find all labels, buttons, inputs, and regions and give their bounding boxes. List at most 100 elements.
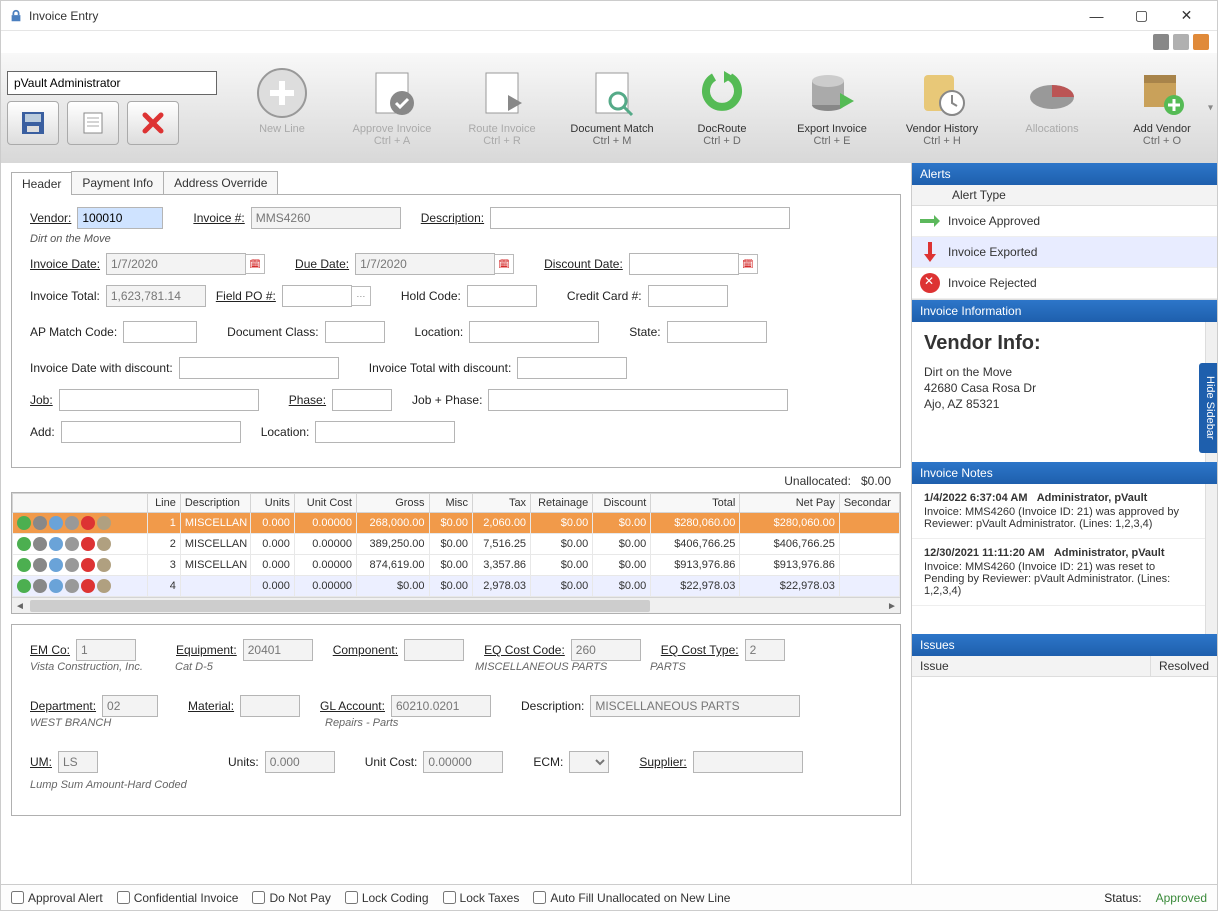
- checkbox[interactable]: [443, 891, 456, 904]
- invoice-no-input[interactable]: [251, 207, 401, 229]
- check-do-not-pay[interactable]: Do Not Pay: [252, 891, 330, 905]
- mail-icon[interactable]: [1193, 34, 1209, 50]
- emco-input[interactable]: [76, 639, 136, 661]
- maximize-button[interactable]: ▢: [1119, 2, 1164, 30]
- row-globe-icon[interactable]: [49, 558, 63, 572]
- gear-icon[interactable]: [1173, 34, 1189, 50]
- doc-class-input[interactable]: [325, 321, 385, 343]
- desc-input[interactable]: [590, 695, 800, 717]
- save-button[interactable]: [7, 101, 59, 145]
- row-add-icon[interactable]: [17, 579, 31, 593]
- row-add-icon[interactable]: [17, 516, 31, 530]
- grid-col-line[interactable]: Line: [147, 494, 180, 513]
- vendor-input[interactable]: [77, 207, 163, 229]
- grid-row[interactable]: 2MISCELLAN0.0000.00000389,250.00$0.007,5…: [13, 534, 900, 555]
- check-approval-alert[interactable]: Approval Alert: [11, 891, 103, 905]
- row-cash-icon[interactable]: [65, 558, 79, 572]
- grid-col-retainage[interactable]: Retainage: [531, 494, 593, 513]
- row-doc-icon[interactable]: [97, 579, 111, 593]
- row-add-icon[interactable]: [17, 537, 31, 551]
- location-input[interactable]: [469, 321, 599, 343]
- close-button[interactable]: ✕: [1164, 2, 1209, 30]
- eqcosttype-input[interactable]: [745, 639, 785, 661]
- row-cash-icon[interactable]: [65, 516, 79, 530]
- toolbar-document-match[interactable]: Document MatchCtrl + M: [557, 65, 667, 151]
- unitcost-input[interactable]: [423, 751, 503, 773]
- material-input[interactable]: [240, 695, 300, 717]
- row-globe-icon[interactable]: [49, 516, 63, 530]
- toolbar-add-vendor[interactable]: Add VendorCtrl + O: [1107, 65, 1217, 151]
- ecm-select[interactable]: [569, 751, 609, 773]
- grid-horizontal-scrollbar[interactable]: ◄►: [12, 597, 900, 613]
- inv-total-disc-input[interactable]: [517, 357, 627, 379]
- check-auto-fill-unallocated-on-new-line[interactable]: Auto Fill Unallocated on New Line: [533, 891, 730, 905]
- grid-col-actions[interactable]: [13, 494, 148, 513]
- tab-address-override[interactable]: Address Override: [163, 171, 278, 194]
- delete-button[interactable]: [127, 101, 179, 145]
- lines-grid[interactable]: LineDescriptionUnitsUnit CostGrossMiscTa…: [11, 492, 901, 614]
- location2-input[interactable]: [315, 421, 455, 443]
- toolbar-vendor-history[interactable]: Vendor HistoryCtrl + H: [887, 65, 997, 151]
- calendar-icon[interactable]: 🗓: [494, 254, 514, 274]
- row-delete-icon[interactable]: [81, 579, 95, 593]
- row-edit-icon[interactable]: [33, 537, 47, 551]
- row-doc-icon[interactable]: [97, 537, 111, 551]
- component-input[interactable]: [404, 639, 464, 661]
- invoice-icon-button[interactable]: [67, 101, 119, 145]
- tab-header[interactable]: Header: [11, 172, 72, 195]
- checkbox[interactable]: [533, 891, 546, 904]
- invoice-date-input[interactable]: [106, 253, 246, 275]
- field-po-input[interactable]: [282, 285, 352, 307]
- toolbar-export-invoice[interactable]: Export InvoiceCtrl + E: [777, 65, 887, 151]
- row-doc-icon[interactable]: [97, 558, 111, 572]
- checkbox[interactable]: [11, 891, 24, 904]
- job-input[interactable]: [59, 389, 259, 411]
- um-input[interactable]: [58, 751, 98, 773]
- row-edit-icon[interactable]: [33, 516, 47, 530]
- calendar-icon[interactable]: 🗓: [738, 254, 758, 274]
- grid-col-tax[interactable]: Tax: [473, 494, 531, 513]
- grid-row[interactable]: 1MISCELLAN0.0000.00000268,000.00$0.002,0…: [13, 513, 900, 534]
- row-edit-icon[interactable]: [33, 579, 47, 593]
- add-input[interactable]: [61, 421, 241, 443]
- row-delete-icon[interactable]: [81, 537, 95, 551]
- check-lock-coding[interactable]: Lock Coding: [345, 891, 429, 905]
- calendar-icon[interactable]: 🗓: [245, 254, 265, 274]
- phase-input[interactable]: [332, 389, 392, 411]
- glaccount-input[interactable]: [391, 695, 491, 717]
- state-input[interactable]: [667, 321, 767, 343]
- toolbar-expand-icon[interactable]: ▾: [1208, 103, 1213, 114]
- eqcostcode-input[interactable]: [571, 639, 641, 661]
- checkbox[interactable]: [345, 891, 358, 904]
- equipment-input[interactable]: [243, 639, 313, 661]
- discount-date-input[interactable]: [629, 253, 739, 275]
- department-input[interactable]: [102, 695, 158, 717]
- checkbox[interactable]: [117, 891, 130, 904]
- check-confidential-invoice[interactable]: Confidential Invoice: [117, 891, 239, 905]
- toolbar-docroute[interactable]: DocRouteCtrl + D: [667, 65, 777, 151]
- row-delete-icon[interactable]: [81, 558, 95, 572]
- row-delete-icon[interactable]: [81, 516, 95, 530]
- lookup-icon[interactable]: ⋯: [351, 286, 371, 306]
- row-add-icon[interactable]: [17, 558, 31, 572]
- grid-col-secondar[interactable]: Secondar: [839, 494, 899, 513]
- tab-payment-info[interactable]: Payment Info: [71, 171, 164, 194]
- row-edit-icon[interactable]: [33, 558, 47, 572]
- units-input[interactable]: [265, 751, 335, 773]
- hide-sidebar-button[interactable]: Hide Sidebar: [1199, 363, 1217, 453]
- description-input[interactable]: [490, 207, 790, 229]
- grid-col-gross[interactable]: Gross: [357, 494, 430, 513]
- grid-row[interactable]: 3MISCELLAN0.0000.00000874,619.00$0.003,3…: [13, 555, 900, 576]
- row-cash-icon[interactable]: [65, 579, 79, 593]
- ap-match-input[interactable]: [123, 321, 197, 343]
- minimize-button[interactable]: —: [1074, 2, 1119, 30]
- alert-row-invoice-rejected[interactable]: Invoice Rejected: [912, 268, 1217, 299]
- inv-date-disc-input[interactable]: [179, 357, 339, 379]
- grid-col-misc[interactable]: Misc: [429, 494, 473, 513]
- invoice-total-input[interactable]: [106, 285, 206, 307]
- pin-icon[interactable]: [1153, 34, 1169, 50]
- grid-col-net-pay[interactable]: Net Pay: [740, 494, 839, 513]
- grid-row[interactable]: 40.0000.00000$0.00$0.002,978.03$0.00$0.0…: [13, 576, 900, 597]
- row-globe-icon[interactable]: [49, 537, 63, 551]
- check-lock-taxes[interactable]: Lock Taxes: [443, 891, 520, 905]
